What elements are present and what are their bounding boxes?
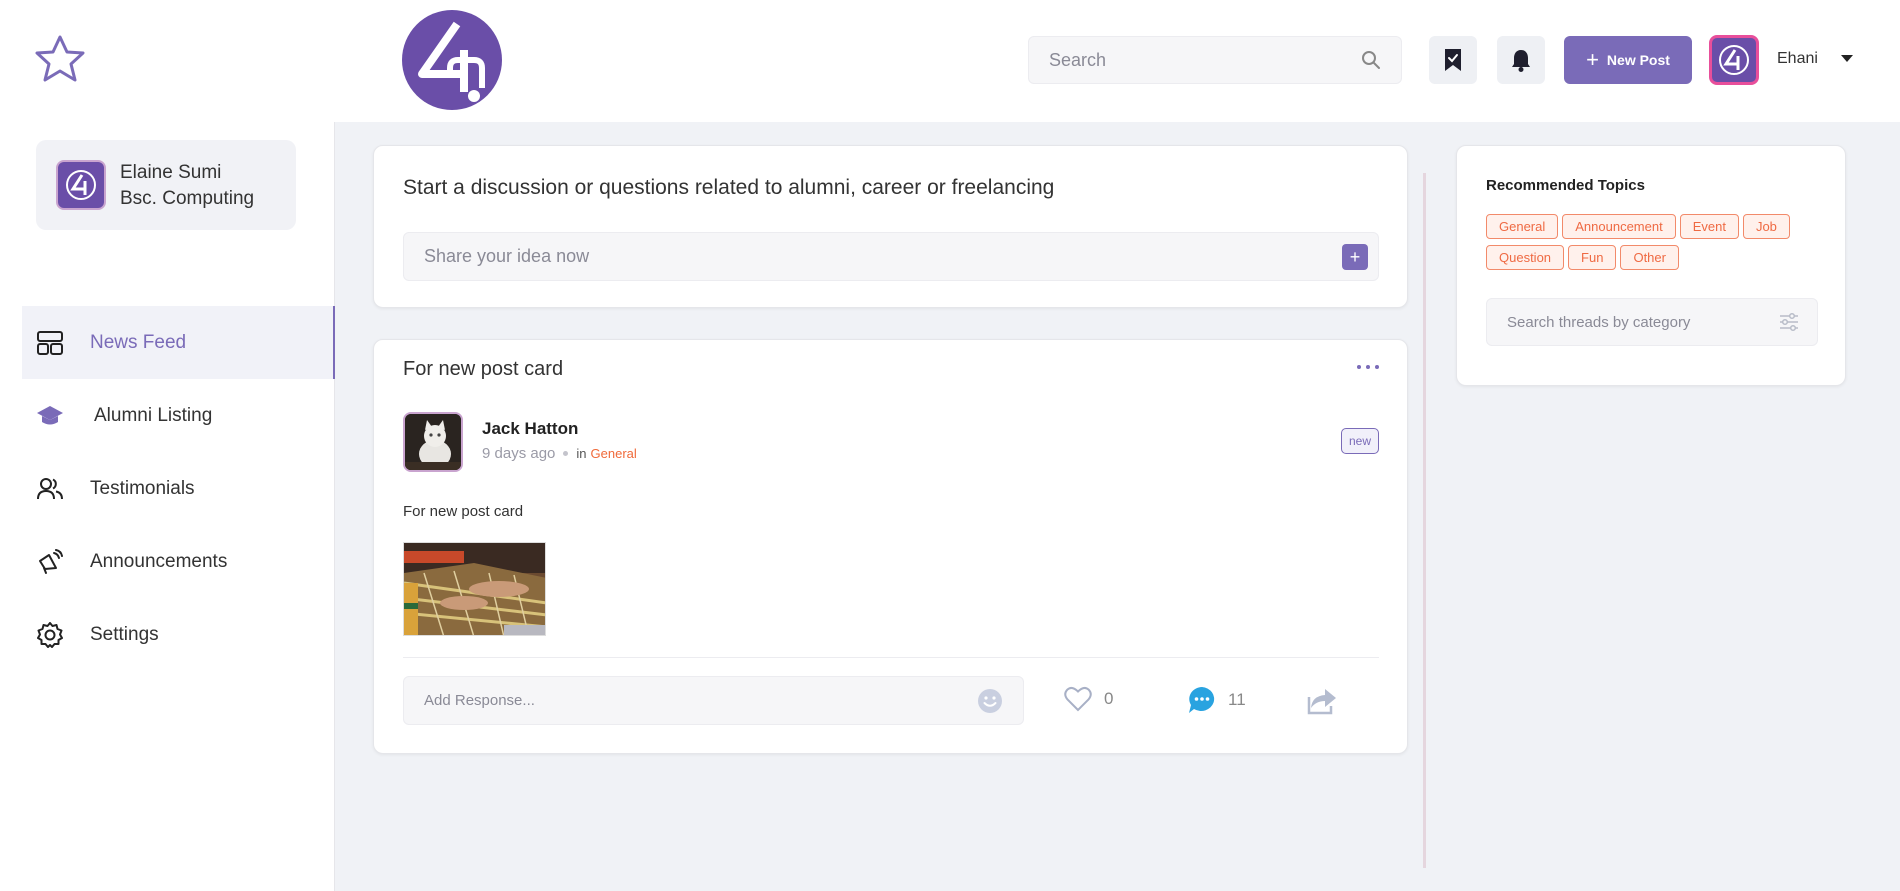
sidebar-nav: News Feed Alumni Listing Testimonials An… <box>22 306 335 671</box>
top-header: + New Post Ehani <box>0 0 1900 122</box>
search-input[interactable] <box>1049 49 1361 71</box>
recommended-topics-title: Recommended Topics <box>1486 177 1645 194</box>
tag-job[interactable]: Job <box>1742 214 1790 239</box>
separator-dot <box>563 451 569 456</box>
sidebar-item-testimonials[interactable]: Testimonials <box>22 452 335 525</box>
sidebar-item-label: Testimonials <box>90 477 195 499</box>
composer-title: Start a discussion or questions related … <box>403 176 1055 199</box>
heart-icon <box>1064 686 1092 712</box>
sidebar-item-label: Announcements <box>90 550 228 572</box>
notifications-button[interactable] <box>1497 36 1545 84</box>
tag-announcement[interactable]: Announcement <box>1562 214 1676 239</box>
sidebar-item-news-feed[interactable]: News Feed <box>22 306 335 379</box>
user-name[interactable]: Ehani <box>1777 50 1818 68</box>
topic-tags: General Announcement Event Job Question … <box>1486 214 1826 270</box>
comments-button[interactable]: 11 <box>1188 686 1246 714</box>
tag-other[interactable]: Other <box>1620 245 1679 270</box>
post-time: 9 days ago <box>482 445 556 462</box>
like-count: 0 <box>1104 689 1114 708</box>
more-options-icon[interactable] <box>1357 362 1379 372</box>
category-prefix: in <box>576 446 587 461</box>
comment-bubble-icon <box>1189 687 1215 713</box>
sidebar-item-label: Settings <box>90 623 159 645</box>
avatar-logo-icon <box>66 170 96 200</box>
star-logo-icon[interactable] <box>34 34 86 84</box>
recommended-topics-card: Recommended Topics General Announcement … <box>1456 145 1846 386</box>
search-icon[interactable] <box>1361 50 1381 70</box>
user-avatar[interactable] <box>1709 35 1759 85</box>
author-avatar[interactable] <box>403 412 463 472</box>
response-placeholder: Add Response... <box>424 692 535 709</box>
bookmark-check-icon <box>1445 49 1461 71</box>
post-body: For new post card <box>403 503 524 520</box>
divider <box>1423 173 1426 868</box>
sidebar-item-settings[interactable]: Settings <box>22 598 335 671</box>
tag-general[interactable]: General <box>1486 214 1559 239</box>
profile-name: Elaine Sumi <box>120 162 222 183</box>
cat-photo <box>405 414 461 470</box>
category-search-placeholder: Search threads by category <box>1507 313 1691 331</box>
composer-card: Start a discussion or questions related … <box>373 145 1408 308</box>
brand-logo-icon[interactable] <box>402 10 502 110</box>
filter-icon[interactable] <box>1779 312 1799 332</box>
new-post-button[interactable]: + New Post <box>1564 36 1692 84</box>
sidebar-item-alumni-listing[interactable]: Alumni Listing <box>22 379 335 452</box>
search-field[interactable] <box>1028 36 1402 84</box>
bell-icon <box>1512 50 1530 72</box>
tag-fun[interactable]: Fun <box>1568 245 1617 270</box>
post-meta: 9 days ago in General <box>482 445 637 462</box>
plus-icon: + <box>1586 47 1599 72</box>
category-search-input[interactable]: Search threads by category <box>1486 298 1818 346</box>
people-icon <box>36 475 64 503</box>
sidebar-item-announcements[interactable]: Announcements <box>22 525 335 598</box>
add-response-input[interactable]: Add Response... <box>403 676 1024 725</box>
sidebar-item-label: News Feed <box>90 331 187 353</box>
comment-count: 11 <box>1228 690 1246 709</box>
new-post-label: New Post <box>1606 52 1670 68</box>
weaving-photo <box>404 543 545 635</box>
chevron-down-icon[interactable] <box>1841 55 1853 62</box>
sidebar: Elaine Sumi Bsc. Computing News Feed Alu… <box>0 122 335 891</box>
post-card: For new post card Jack Hatton 9 days ago… <box>373 339 1408 754</box>
profile-card[interactable]: Elaine Sumi Bsc. Computing <box>36 140 296 230</box>
author-name[interactable]: Jack Hatton <box>482 419 578 439</box>
post-title[interactable]: For new post card <box>403 358 563 381</box>
profile-course: Bsc. Computing <box>120 188 255 209</box>
post-image[interactable] <box>403 542 546 636</box>
gear-icon <box>36 621 64 649</box>
smile-icon[interactable] <box>977 688 1003 714</box>
share-idea-placeholder: Share your idea now <box>424 246 590 266</box>
share-icon[interactable] <box>1307 687 1337 715</box>
megaphone-icon <box>36 548 64 576</box>
post-category-link[interactable]: General <box>591 446 637 461</box>
profile-avatar <box>56 160 106 210</box>
sidebar-item-label: Alumni Listing <box>94 404 213 426</box>
share-idea-input[interactable]: Share your idea now + <box>403 232 1379 281</box>
avatar-logo-icon <box>1719 45 1749 75</box>
tag-question[interactable]: Question <box>1486 245 1565 270</box>
like-button[interactable]: 0 <box>1064 686 1113 712</box>
add-post-button[interactable]: + <box>1342 244 1368 270</box>
tag-event[interactable]: Event <box>1679 214 1739 239</box>
divider <box>403 657 1379 658</box>
news-feed-icon <box>36 329 64 357</box>
graduation-cap-icon <box>36 402 64 430</box>
bookmarks-button[interactable] <box>1429 36 1477 84</box>
status-badge: new <box>1340 428 1379 454</box>
